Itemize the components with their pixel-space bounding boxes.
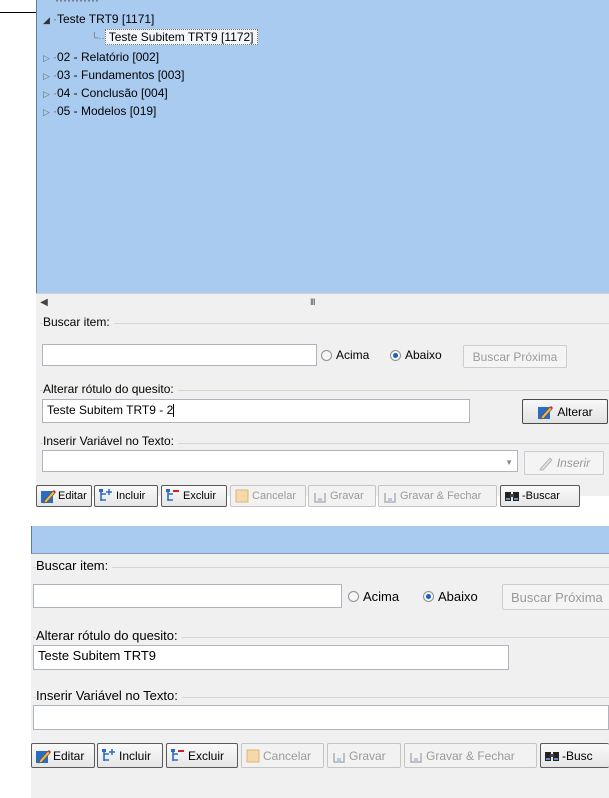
- triangle-down-icon[interactable]: ◢: [43, 11, 53, 29]
- rename-label: Alterar rótulo do quesito:: [43, 382, 178, 396]
- quesito-tree[interactable]: ··········· ◢ ·Teste TRT9 [1171] └·· Teste…: [36, 0, 609, 293]
- scroll-thumb-grip[interactable]: III: [310, 294, 315, 311]
- pencil-icon: [537, 404, 554, 420]
- horizontal-scrollbar[interactable]: ◀ III: [36, 293, 609, 312]
- save-close-icon: [408, 748, 424, 764]
- radio-acima[interactable]: Acima: [321, 348, 369, 362]
- buscar-button[interactable]: -Buscar: [500, 485, 580, 507]
- incluir-button[interactable]: Incluir: [97, 743, 163, 768]
- search-next-button[interactable]: Buscar Próxima: [463, 345, 567, 368]
- save-icon: [312, 488, 328, 504]
- tree-item[interactable]: ◢ ·Teste TRT9 [1171]: [43, 10, 154, 28]
- gravar-button[interactable]: Gravar: [308, 485, 376, 507]
- triangle-right-icon[interactable]: ▷: [43, 67, 53, 85]
- cancel-doc-icon: [234, 488, 250, 504]
- radio-acima-dot[interactable]: [321, 349, 332, 361]
- tree-remove-icon: [170, 748, 186, 764]
- quesito-tree-bottom[interactable]: [31, 526, 609, 554]
- tree-item-selected-label[interactable]: Teste Subitem TRT9 [1172]: [104, 29, 258, 45]
- tree-remove-icon: [165, 488, 181, 504]
- tree-item[interactable]: ▷ ·02 - Relatório [002]: [43, 48, 159, 66]
- tree-item[interactable]: └·· Teste Subitem TRT9 [1172]: [91, 28, 258, 46]
- search-input[interactable]: [42, 344, 317, 366]
- search-label: Buscar item:: [36, 558, 113, 573]
- radio-abaixo[interactable]: Abaixo: [423, 589, 478, 604]
- tree-item[interactable]: ▷ ·03 - Fundamentos [003]: [43, 66, 184, 84]
- binoculars-icon: [504, 488, 520, 504]
- cancelar-button[interactable]: Cancelar: [230, 485, 306, 507]
- buscar-button[interactable]: -Busc: [540, 743, 609, 768]
- editar-button[interactable]: Editar: [36, 485, 92, 507]
- triangle-right-icon[interactable]: ▷: [43, 85, 53, 103]
- pencil-icon: [40, 488, 56, 504]
- tree-row-clipped: ···········: [55, 0, 99, 7]
- pencil-icon: [35, 748, 51, 764]
- radio-abaixo-dot[interactable]: [423, 591, 434, 602]
- window-edge-line: [0, 12, 36, 13]
- gravar-button[interactable]: Gravar: [327, 743, 401, 768]
- rename-input[interactable]: Teste Subitem TRT9: [33, 645, 509, 670]
- triangle-right-icon[interactable]: ▷: [43, 103, 53, 121]
- insert-var-label: Inserir Variável no Texto:: [36, 688, 182, 703]
- insert-var-combo[interactable]: ▼: [42, 450, 518, 472]
- gravar-fechar-button[interactable]: Gravar & Fechar: [378, 485, 497, 507]
- gravar-fechar-button[interactable]: Gravar & Fechar: [404, 743, 537, 768]
- insert-var-label: Inserir Variável no Texto:: [43, 434, 178, 448]
- radio-acima[interactable]: Acima: [348, 589, 399, 604]
- rename-input[interactable]: Teste Subitem TRT9 - 2: [42, 399, 470, 423]
- radio-abaixo[interactable]: Abaixo: [390, 348, 442, 362]
- tree-add-icon: [98, 488, 114, 504]
- triangle-right-icon[interactable]: ▷: [43, 49, 53, 67]
- search-input[interactable]: [33, 584, 342, 608]
- save-icon: [331, 748, 347, 764]
- rename-label: Alterar rótulo do quesito:: [36, 628, 182, 643]
- incluir-button[interactable]: Incluir: [94, 485, 158, 507]
- tree-add-icon: [101, 748, 117, 764]
- binoculars-icon: [544, 748, 560, 764]
- inserir-button[interactable]: Inserir: [524, 451, 604, 475]
- tree-item[interactable]: ▷ ·05 - Modelos [019]: [43, 102, 156, 120]
- search-group: [40, 323, 609, 324]
- radio-abaixo-dot[interactable]: [390, 349, 401, 361]
- alterar-button[interactable]: Alterar: [522, 399, 608, 424]
- save-close-icon: [382, 488, 398, 504]
- chevron-down-icon[interactable]: ▼: [505, 455, 513, 471]
- search-next-button[interactable]: Buscar Próxima: [502, 584, 609, 610]
- search-group: [33, 567, 609, 568]
- tree-item[interactable]: ▷ ·04 - Conclusão [004]: [43, 84, 168, 102]
- pencil-icon: [538, 455, 554, 471]
- excluir-button[interactable]: Excluir: [166, 743, 238, 768]
- cancel-doc-icon: [245, 748, 261, 764]
- insert-var-combo[interactable]: [33, 705, 609, 730]
- cancelar-button[interactable]: Cancelar: [241, 743, 324, 768]
- editar-button[interactable]: Editar: [31, 743, 95, 768]
- excluir-button[interactable]: Excluir: [161, 485, 227, 507]
- radio-acima-dot[interactable]: [348, 591, 359, 602]
- scroll-left-icon[interactable]: ◀: [36, 294, 52, 311]
- search-label: Buscar item:: [43, 315, 114, 329]
- text-cursor: [173, 404, 175, 418]
